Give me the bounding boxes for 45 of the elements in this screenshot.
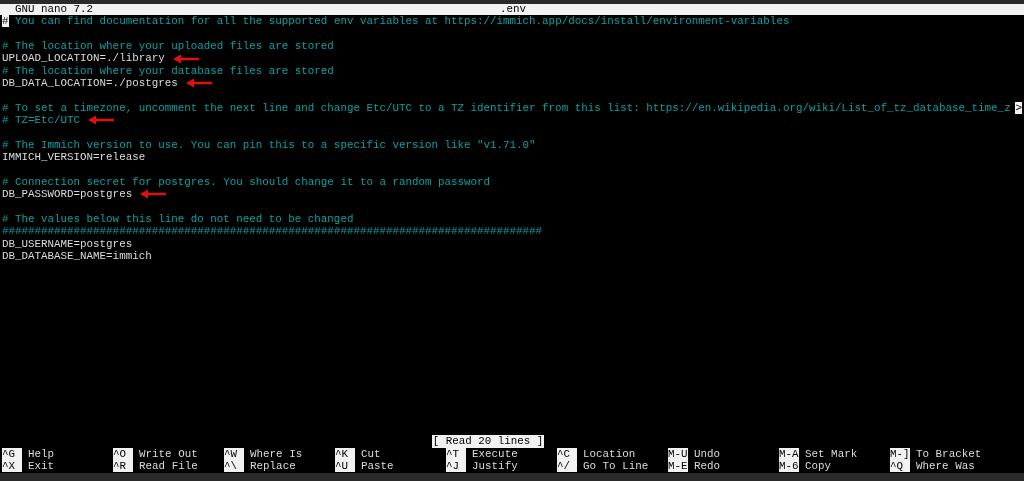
shortcut-label: Help: [28, 447, 55, 460]
shortcut-label: Read File: [139, 459, 198, 473]
shortcut-key: ^G: [2, 447, 22, 460]
shortcut-key: ^O: [113, 447, 133, 460]
shortcut-label: Justify: [472, 459, 518, 473]
shortcut-key: ^K: [335, 447, 355, 460]
shortcut-label: To Bracket: [916, 447, 982, 460]
status-message: [ Read 20 lines ]: [431, 435, 545, 448]
comment-line: # The Immich version to use. You can pin this to a specific version like "v1.71.0": [2, 138, 536, 152]
overflow-marker: >: [1015, 101, 1022, 115]
shortcut-label: Exit: [28, 459, 55, 473]
shortcut-label: Write Out: [139, 447, 198, 460]
comment-line: # To set a timezone, uncomment the next line and change Etc/UTC to a TZ identifier from this list: https://en.wikipedia.org/wiki/List_of_tz_database_time_z: [2, 101, 1011, 115]
shortcut-key: M-]: [890, 447, 910, 460]
comment-line: # Connection secret for postgres. You should change it to a random password: [2, 175, 491, 189]
shortcut-label: Paste: [361, 459, 394, 473]
shortcut-label: Location: [583, 447, 636, 460]
comment-line: # TZ=Etc/UTC: [2, 114, 81, 127]
setting-line: UPLOAD_LOCATION=./library: [2, 52, 165, 65]
file-name: .env: [500, 4, 527, 15]
comment-line: # The location where your uploaded files are stored: [2, 40, 334, 53]
setting-line: IMMICH_VERSION=release: [2, 151, 146, 164]
shortcut-label: Where Was: [916, 459, 975, 473]
comment-line: # The location where your database files are stored: [2, 64, 334, 78]
shortcut-label: Undo: [694, 447, 721, 460]
shortcut-label: Copy: [805, 459, 832, 473]
setting-line: DB_USERNAME=postgres: [2, 237, 133, 250]
shortcut-label: Set Mark: [805, 447, 858, 460]
shortcut-key: M-U: [668, 447, 688, 460]
comment-line: ###################################################################################: [2, 225, 543, 238]
shortcut-label: Execute: [472, 447, 518, 460]
setting-line: DB_DATABASE_NAME=immich: [2, 249, 152, 263]
app-version: GNU nano 7.2: [14, 3, 94, 15]
shortcut-label: Cut: [361, 447, 381, 460]
shortcut-label: Redo: [694, 459, 721, 473]
comment-line: # The values below this line do not need to be changed: [2, 212, 354, 226]
shortcut-label: Go To Line: [583, 459, 649, 473]
shortcut-key: M-A: [779, 447, 799, 460]
shortcut-label: Replace: [250, 459, 296, 473]
shortcut-key: ^C: [557, 447, 577, 460]
setting-line: DB_PASSWORD=postgres: [2, 188, 133, 201]
comment-line: # You can find documentation for all the supported env variables at https://immich.app/docs/install/environment-variables: [2, 15, 790, 28]
setting-line: DB_DATA_LOCATION=./postgres: [2, 77, 178, 90]
shortcut-key: ^W: [224, 447, 244, 460]
shortcut-label: Where Is: [250, 447, 303, 460]
